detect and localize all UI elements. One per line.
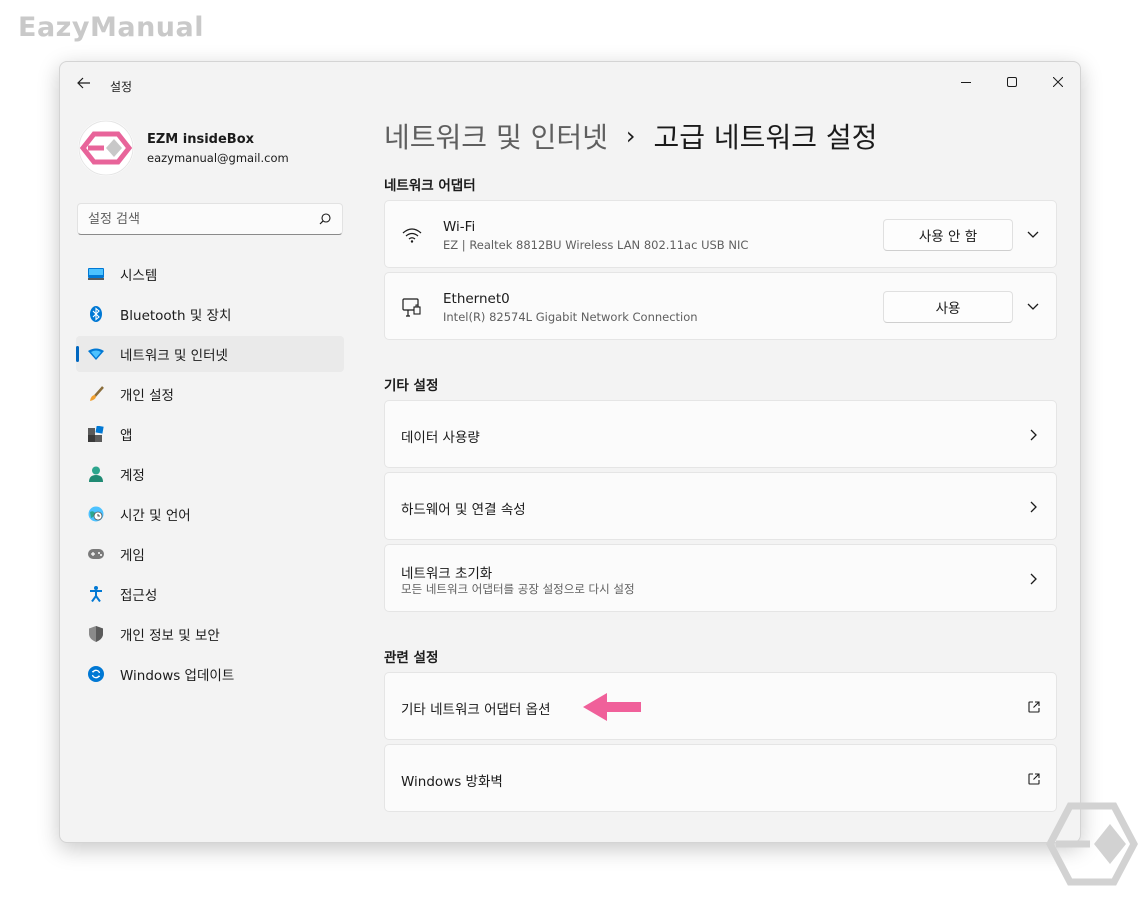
sidebar-item-privacy-security[interactable]: 개인 정보 및 보안 (76, 616, 344, 652)
sidebar-item-time-language[interactable]: 시간 및 언어 (76, 496, 344, 532)
update-icon (88, 666, 104, 682)
accessibility-icon (88, 586, 104, 602)
search-input[interactable] (88, 211, 318, 227)
page-title: 고급 네트워크 설정 (653, 121, 878, 154)
apps-icon (88, 426, 104, 442)
sidebar-item-network[interactable]: 네트워크 및 인터넷 (76, 336, 344, 372)
avatar (78, 120, 134, 176)
ethernet-icon (401, 297, 423, 317)
sidebar-item-accessibility[interactable]: 접근성 (76, 576, 344, 612)
watermark-logo-icon (1046, 802, 1138, 886)
close-icon (1053, 77, 1063, 87)
sidebar-item-windows-update[interactable]: Windows 업데이트 (76, 656, 344, 692)
sidebar-item-system[interactable]: 시스템 (76, 256, 344, 292)
breadcrumb: 네트워크 및 인터넷 › 고급 네트워크 설정 (384, 116, 877, 156)
sidebar-item-apps[interactable]: 앱 (76, 416, 344, 452)
chevron-right-icon (1026, 571, 1042, 587)
watermark-text: EazyManual (18, 12, 204, 43)
related-card-more-adapter-options[interactable]: 기타 네트워크 어댑터 옵션 (384, 672, 1057, 740)
external-link-icon (1026, 771, 1042, 787)
bluetooth-icon (88, 306, 104, 322)
settings-window: 설정 EZM insideBox eazymanual@gmail.com 설정… (59, 61, 1081, 843)
sidebar-item-gaming[interactable]: 게임 (76, 536, 344, 572)
globe-clock-icon (88, 506, 104, 522)
chevron-right-icon (1026, 499, 1042, 515)
card-title: Windows 방화벽 (401, 774, 503, 790)
section-title-related-settings: 관련 설정 (384, 650, 439, 666)
close-button[interactable] (1035, 68, 1080, 96)
sidebar-item-personalization[interactable]: 개인 설정 (76, 376, 344, 412)
chevron-down-icon[interactable] (1025, 299, 1041, 315)
breadcrumb-parent[interactable]: 네트워크 및 인터넷 (384, 116, 608, 156)
profile-name: EZM insideBox (147, 132, 255, 147)
adapter-description: EZ | Realtek 8812BU Wireless LAN 802.11a… (443, 238, 749, 252)
minimize-button[interactable] (943, 68, 989, 96)
settings-card-data-usage[interactable]: 데이터 사용량 (384, 400, 1057, 468)
settings-card-network-reset[interactable]: 네트워크 초기화 모든 네트워크 어댑터를 공장 설정으로 다시 설정 (384, 544, 1057, 612)
disable-adapter-button[interactable]: 사용 안 함 (883, 219, 1013, 251)
account-icon (88, 466, 104, 482)
card-subtitle: 모든 네트워크 어댑터를 공장 설정으로 다시 설정 (401, 582, 635, 596)
external-link-icon (1026, 699, 1042, 715)
section-title-network-adapters: 네트워크 어댑터 (384, 178, 476, 194)
adapter-name: Ethernet0 (443, 291, 510, 307)
related-card-windows-firewall[interactable]: Windows 방화벽 (384, 744, 1057, 812)
annotation-arrow-icon (583, 693, 641, 721)
adapter-name: Wi-Fi (443, 219, 476, 235)
back-button[interactable] (74, 75, 94, 91)
adapter-description: Intel(R) 82574L Gigabit Network Connecti… (443, 310, 698, 324)
enable-adapter-button[interactable]: 사용 (883, 291, 1013, 323)
chevron-right-icon (1026, 427, 1042, 443)
brush-icon (88, 386, 104, 402)
maximize-icon (1007, 77, 1017, 87)
back-arrow-icon (77, 77, 90, 89)
card-title: 네트워크 초기화 (401, 566, 493, 582)
breadcrumb-separator: › (625, 122, 636, 150)
adapter-card-ethernet[interactable]: Ethernet0 Intel(R) 82574L Gigabit Networ… (384, 272, 1057, 340)
adapter-card-wifi[interactable]: Wi-Fi EZ | Realtek 8812BU Wireless LAN 8… (384, 200, 1057, 268)
minimize-icon (961, 82, 971, 83)
card-title: 하드웨어 및 연결 속성 (401, 502, 526, 518)
wifi-icon (401, 225, 423, 245)
sidebar-item-bluetooth[interactable]: Bluetooth 및 장치 (76, 296, 344, 332)
search-box[interactable] (77, 203, 343, 235)
title-bar: 설정 (60, 62, 1080, 94)
network-icon (88, 346, 104, 362)
ezm-logo-icon (78, 120, 134, 176)
search-icon[interactable] (318, 212, 332, 226)
gamepad-icon (88, 546, 104, 562)
shield-icon (88, 626, 104, 642)
profile-email: eazymanual@gmail.com (147, 151, 289, 165)
app-title: 설정 (110, 80, 133, 94)
sidebar-item-accounts[interactable]: 계정 (76, 456, 344, 492)
chevron-down-icon[interactable] (1025, 227, 1041, 243)
user-profile[interactable]: EZM insideBox eazymanual@gmail.com (78, 120, 358, 180)
card-title: 데이터 사용량 (401, 430, 480, 446)
card-title: 기타 네트워크 어댑터 옵션 (401, 702, 551, 718)
section-title-more-settings: 기타 설정 (384, 378, 439, 394)
maximize-button[interactable] (989, 68, 1035, 96)
sidebar-nav: 시스템 Bluetooth 및 장치 네트워크 및 인터넷 개인 설정 앱 계정… (76, 256, 344, 696)
system-icon (88, 266, 104, 282)
settings-card-hardware-properties[interactable]: 하드웨어 및 연결 속성 (384, 472, 1057, 540)
